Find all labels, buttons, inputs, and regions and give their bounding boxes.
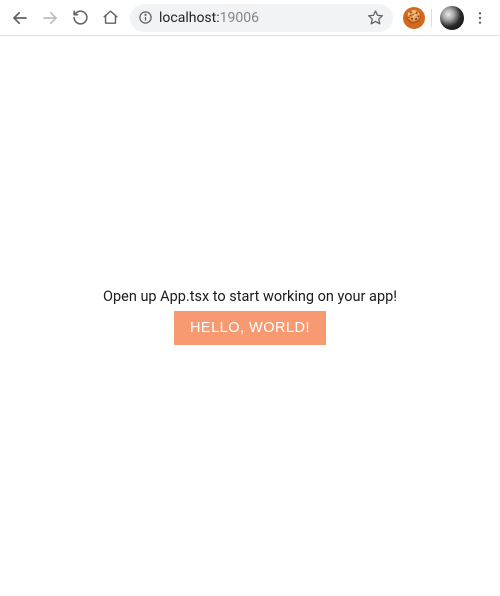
- toolbar-divider: [431, 9, 432, 27]
- kebab-menu-icon: [472, 10, 488, 26]
- browser-toolbar: localhost:19006 🍪: [0, 0, 500, 36]
- home-button[interactable]: [96, 4, 124, 32]
- site-info-icon[interactable]: [138, 10, 153, 25]
- address-bar[interactable]: localhost:19006: [130, 4, 393, 32]
- page-content: Open up App.tsx to start working on your…: [0, 36, 500, 596]
- extension-button[interactable]: 🍪: [403, 7, 425, 29]
- arrow-right-icon: [41, 9, 59, 27]
- arrow-left-icon: [11, 9, 29, 27]
- reload-icon: [72, 9, 89, 26]
- instruction-text: Open up App.tsx to start working on your…: [103, 288, 397, 305]
- hello-world-button[interactable]: HELLO, WORLD!: [174, 311, 326, 345]
- browser-menu-button[interactable]: [466, 4, 494, 32]
- back-button[interactable]: [6, 4, 34, 32]
- reload-button[interactable]: [66, 4, 94, 32]
- cookie-icon: 🍪: [406, 10, 422, 25]
- url-text: localhost:19006: [159, 4, 259, 32]
- star-icon: [367, 9, 384, 26]
- profile-avatar[interactable]: [440, 6, 464, 30]
- home-icon: [102, 9, 119, 26]
- forward-button[interactable]: [36, 4, 64, 32]
- bookmark-button[interactable]: [365, 8, 385, 28]
